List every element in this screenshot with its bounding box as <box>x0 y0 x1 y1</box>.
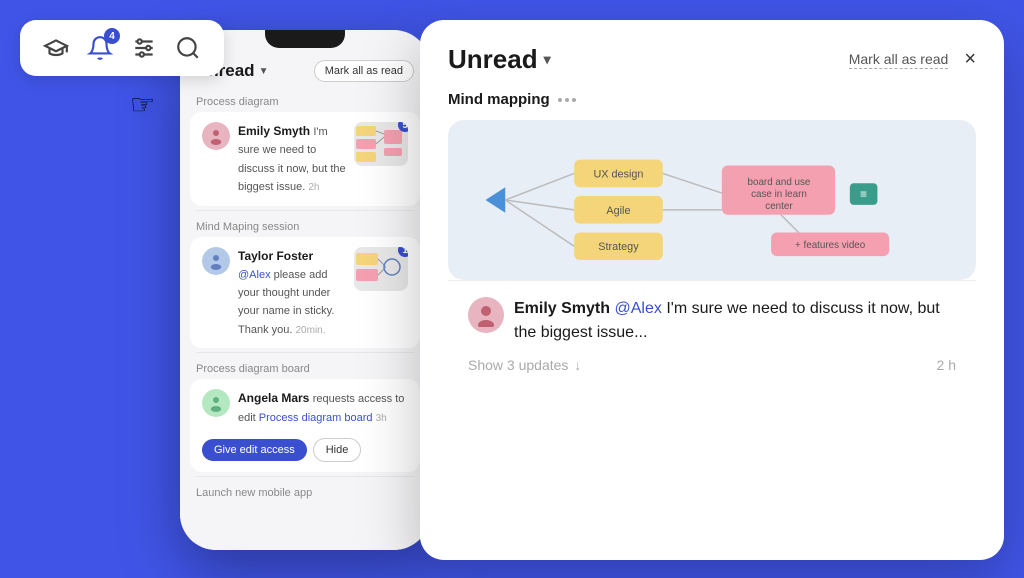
svg-text:case in learn: case in learn <box>751 189 807 200</box>
phone-divider-1 <box>196 210 414 211</box>
svg-text:center: center <box>765 201 793 212</box>
dot-1 <box>558 98 562 102</box>
arrow-down-icon: ↓ <box>574 357 581 373</box>
panel-title: Unread ▾ <box>448 44 551 75</box>
svg-text:board and use: board and use <box>748 177 811 188</box>
sliders-icon[interactable] <box>126 30 162 66</box>
mind-map-diagram: UX design Agile Strategy board and use c… <box>448 120 976 280</box>
toolbar: 4 <box>20 20 224 76</box>
close-button[interactable]: × <box>964 48 976 71</box>
desktop-panel: Unread ▾ Mark all as read × Mind mapping… <box>420 20 1004 560</box>
graduation-cap-icon[interactable] <box>38 30 74 66</box>
hide-button[interactable]: Hide <box>313 438 362 462</box>
phone-mark-read-button[interactable]: Mark all as read <box>314 60 414 82</box>
notif-user-line: Emily Smyth @Alex I'm sure we need to di… <box>468 297 956 345</box>
phone-chevron-icon: ▼ <box>259 66 269 77</box>
mobile-phone: Unread ▼ Mark all as read Process diagra… <box>180 30 430 550</box>
phone-notif-taylor[interactable]: Taylor Foster @Alex please add your thou… <box>190 237 420 349</box>
cursor-hand-icon: ☞ <box>130 88 155 121</box>
bell-icon[interactable]: 4 <box>82 30 118 66</box>
phone-taylor-name: Taylor Foster <box>238 249 313 263</box>
panel-header: Unread ▾ Mark all as read × <box>420 20 1004 91</box>
dots-menu[interactable] <box>558 98 576 102</box>
svg-text:Agile: Agile <box>606 205 630 217</box>
phone-content: Unread ▼ Mark all as read Process diagra… <box>180 48 430 550</box>
notif-footer: Show 3 updates ↓ 2 h <box>468 357 956 373</box>
phone-angela-name: Angela Mars <box>238 391 313 405</box>
mark-all-read-button[interactable]: Mark all as read <box>849 51 949 69</box>
svg-text:UX design: UX design <box>593 168 643 180</box>
phone-section-launch: Launch new mobile app <box>180 481 430 503</box>
phone-taylor-thumb: 1 <box>354 247 408 291</box>
notif-avatar-emily <box>468 297 504 333</box>
show-updates-button[interactable]: Show 3 updates ↓ <box>468 357 581 373</box>
panel-section-mind-mapping: Mind mapping <box>420 91 1004 120</box>
phone-angela-link: Process diagram board <box>259 412 376 424</box>
notification-card: Emily Smyth @Alex I'm sure we need to di… <box>448 280 976 389</box>
svg-text:+ features video: + features video <box>795 240 866 251</box>
phone-taylor-time: 20min. <box>295 325 325 336</box>
phone-emily-thumb: 5 <box>354 122 408 166</box>
svg-text:≡: ≡ <box>860 187 867 201</box>
phone-avatar-emily <box>202 122 230 150</box>
dot-3 <box>572 98 576 102</box>
notif-mention: @Alex <box>614 300 661 317</box>
mind-map-svg: UX design Agile Strategy board and use c… <box>464 136 960 264</box>
phone-emily-name: Emily Smyth <box>238 124 313 138</box>
phone-taylor-badge: 1 <box>398 247 408 257</box>
panel-title-text: Unread <box>448 44 538 75</box>
notification-badge: 4 <box>104 28 120 44</box>
phone-avatar-angela <box>202 389 230 417</box>
phone-angela-time: 3h <box>376 413 387 424</box>
phone-taylor-mention: @Alex <box>238 269 274 281</box>
notif-text-body: Emily Smyth @Alex I'm sure we need to di… <box>514 297 956 345</box>
phone-item-angela-body: Angela Mars requests access to edit Proc… <box>238 389 408 426</box>
phone-divider-2 <box>196 352 414 353</box>
phone-angela-actions: Give edit access Hide <box>202 438 361 462</box>
panel-section-label-text: Mind mapping <box>448 91 550 108</box>
phone-notif-emily[interactable]: Emily Smyth I'm sure we need to discuss … <box>190 112 420 206</box>
panel-header-right: Mark all as read × <box>849 48 976 71</box>
notif-time: 2 h <box>937 357 956 373</box>
search-icon[interactable] <box>170 30 206 66</box>
phone-notif-angela[interactable]: Angela Mars requests access to edit Proc… <box>190 379 420 472</box>
phone-emily-time: 2h <box>308 182 319 193</box>
dot-2 <box>565 98 569 102</box>
give-edit-access-button[interactable]: Give edit access <box>202 439 307 461</box>
show-updates-text: Show 3 updates <box>468 357 568 373</box>
notif-username: Emily Smyth <box>514 300 610 317</box>
phone-section-board: Process diagram board <box>180 357 430 379</box>
phone-section-process: Process diagram <box>180 90 430 112</box>
phone-item-emily-body: Emily Smyth I'm sure we need to discuss … <box>238 122 346 196</box>
phone-item-taylor-body: Taylor Foster @Alex please add your thou… <box>238 247 346 339</box>
panel-chevron-down-icon: ▾ <box>544 51 551 68</box>
phone-notch <box>265 30 345 48</box>
phone-divider-3 <box>196 476 414 477</box>
phone-avatar-taylor <box>202 247 230 275</box>
phone-section-mind: Mind Maping session <box>180 215 430 237</box>
svg-text:Strategy: Strategy <box>598 241 639 253</box>
